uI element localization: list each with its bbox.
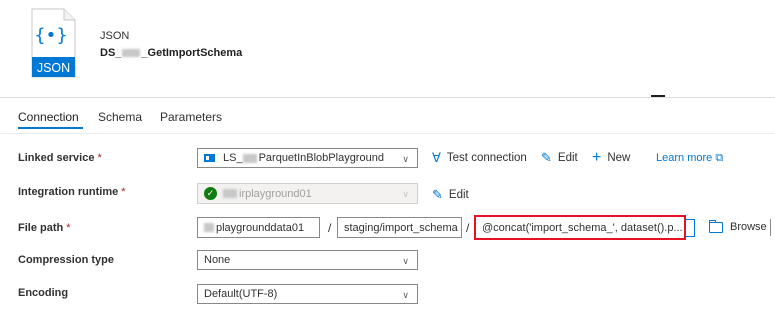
folder-icon: [709, 219, 723, 233]
dataset-type-label: JSON: [100, 30, 130, 42]
linked-service-dropdown[interactable]: LS_ ParquetInBlobPlayground ∨: [197, 148, 418, 168]
active-tab-indicator: [18, 127, 83, 129]
plug-icon: ∀: [432, 150, 441, 165]
container-input[interactable]: playgrounddata01: [197, 217, 320, 238]
toolbar-separator: [770, 219, 771, 236]
file-path-label: File path *: [18, 222, 71, 234]
redacted-text: [223, 189, 237, 198]
json-badge-text: JSON: [37, 61, 70, 75]
directory-input[interactable]: staging/import_schema: [337, 217, 462, 238]
required-marker: *: [121, 186, 126, 198]
tabs-divider: [0, 133, 775, 134]
test-connection-button[interactable]: ∀ Test connection: [432, 150, 527, 166]
dataset-name: DS_ _GetImportSchema: [100, 47, 242, 59]
integration-runtime-label: Integration runtime *: [18, 186, 126, 198]
chevron-down-icon: ∨: [402, 189, 409, 199]
file-name-input[interactable]: @concat('import_schema_', dataset().p...: [474, 215, 686, 240]
chevron-down-icon: ∨: [402, 154, 409, 164]
json-dataset-icon: {•} JSON: [30, 8, 76, 78]
chevron-down-icon: ∨: [402, 256, 409, 266]
tab-connection[interactable]: Connection: [18, 110, 79, 124]
storage-icon: [204, 154, 215, 162]
linked-service-label: Linked service *: [18, 152, 102, 164]
required-marker: *: [66, 222, 71, 234]
file-name-input-focus-edge: [686, 219, 695, 237]
dataset-name-suffix: _GetImportSchema: [141, 47, 243, 59]
redacted-text: [204, 223, 214, 232]
browse-button[interactable]: Browse: [709, 219, 767, 233]
header-divider: [0, 97, 775, 98]
compression-type-dropdown[interactable]: None ∨: [197, 250, 418, 270]
new-linked-service-button[interactable]: + New: [592, 149, 630, 167]
tab-schema[interactable]: Schema: [98, 110, 142, 124]
dataset-name-prefix: DS_: [100, 47, 122, 59]
path-separator: /: [328, 221, 332, 235]
chevron-down-icon: ∨: [402, 290, 409, 300]
json-braces-glyph: {•}: [34, 25, 68, 46]
encoding-label: Encoding: [18, 287, 69, 299]
encoding-dropdown[interactable]: Default(UTF-8) ∨: [197, 284, 418, 304]
pencil-icon: ✎: [432, 187, 443, 202]
integration-runtime-dropdown[interactable]: ✓ irplayground01 ∨: [197, 183, 418, 204]
required-marker: *: [97, 152, 102, 164]
edit-integration-runtime-button[interactable]: ✎ Edit: [432, 187, 469, 203]
check-circle-icon: ✓: [204, 187, 217, 200]
redacted-text: [122, 49, 141, 58]
compression-type-label: Compression type: [18, 254, 114, 266]
learn-more-link[interactable]: Learn more ⧉: [656, 152, 723, 165]
path-separator: /: [466, 221, 470, 235]
collapse-handle[interactable]: [651, 95, 665, 97]
external-link-icon: ⧉: [715, 152, 724, 164]
plus-icon: +: [592, 149, 602, 166]
redacted-text: [242, 153, 257, 163]
tab-parameters[interactable]: Parameters: [160, 110, 222, 124]
pencil-icon: ✎: [541, 150, 552, 165]
edit-linked-service-button[interactable]: ✎ Edit: [541, 150, 578, 166]
